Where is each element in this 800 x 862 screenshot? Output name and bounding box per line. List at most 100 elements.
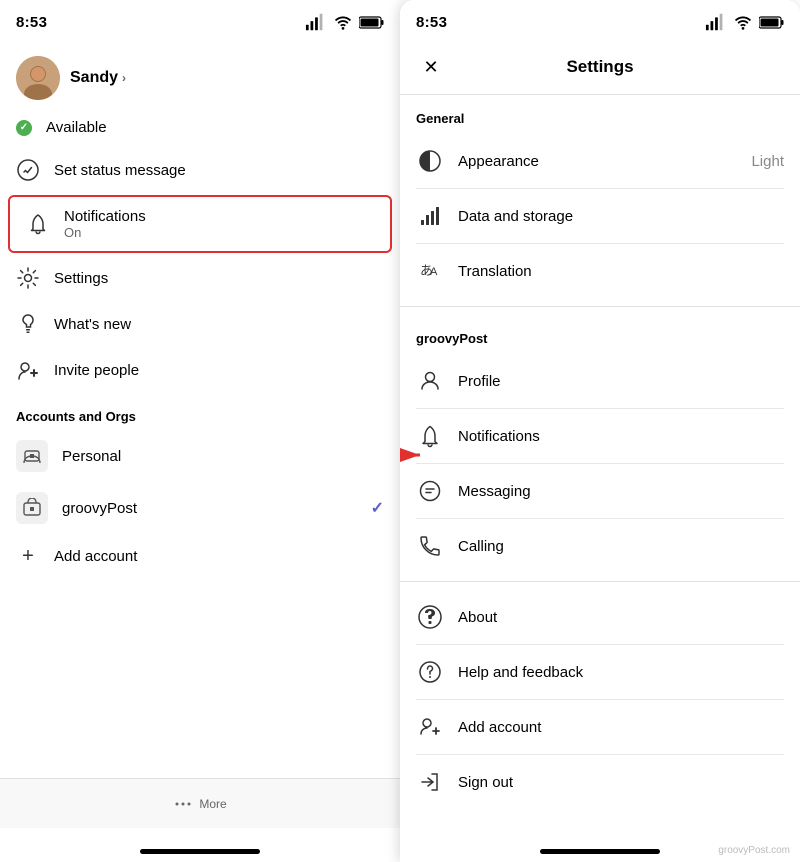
notifications-icon-settings: [416, 422, 444, 450]
wifi-icon-right: [732, 11, 754, 33]
left-panel: 8:53: [0, 0, 400, 862]
available-label: Available: [46, 119, 107, 136]
right-panel: 8:53 ✕ Settings: [400, 0, 800, 862]
time-left: 8:53: [16, 14, 47, 31]
status-icons-right: [705, 11, 784, 33]
personal-label: Personal: [62, 448, 384, 465]
whats-new-item[interactable]: What's new: [0, 301, 400, 347]
notifications-sublabel: On: [64, 225, 146, 240]
help-label: Help and feedback: [458, 664, 784, 681]
battery-icon-right: [759, 16, 784, 29]
settings-header: ✕ Settings: [400, 44, 800, 94]
more-icon: [173, 794, 193, 814]
set-status-label: Set status message: [54, 162, 186, 179]
general-section-divider: [400, 306, 800, 307]
settings-label-left: Settings: [54, 270, 108, 287]
help-item[interactable]: Help and feedback: [400, 645, 800, 699]
settings-content: General Appearance Light: [400, 95, 800, 828]
profile-item[interactable]: Profile: [400, 354, 800, 408]
user-name[interactable]: Sandy ›: [70, 69, 126, 87]
messaging-icon: [416, 477, 444, 505]
help-icon: [416, 658, 444, 686]
set-status-item[interactable]: Set status message: [0, 147, 400, 193]
personal-icon: [16, 440, 48, 472]
add-account-settings-icon: [416, 713, 444, 741]
about-item[interactable]: About: [400, 590, 800, 644]
translation-label: Translation: [458, 263, 784, 280]
whats-new-label: What's new: [54, 316, 131, 333]
personal-account-item[interactable]: Personal: [0, 430, 400, 482]
appearance-value: Light: [751, 153, 784, 170]
notifications-settings-label: Notifications: [458, 428, 784, 445]
groovypost-section-divider: [400, 581, 800, 582]
accounts-section-title: Accounts and Orgs: [0, 393, 400, 430]
groovypost-account-item[interactable]: groovyPost ✓: [0, 482, 400, 534]
general-section-title: General: [400, 95, 800, 134]
data-storage-icon: [416, 202, 444, 230]
groovypost-check: ✓: [371, 498, 384, 518]
appearance-label: Appearance: [458, 153, 737, 170]
sign-out-label: Sign out: [458, 774, 784, 791]
home-bar-right: [540, 849, 660, 854]
more-label: More: [199, 797, 226, 811]
groovypost-icon: [16, 492, 48, 524]
groovypost-label: groovyPost: [62, 500, 357, 517]
calling-icon: [416, 532, 444, 560]
about-icon: [416, 603, 444, 631]
messaging-label: Messaging: [458, 483, 784, 500]
home-bar-left: [140, 849, 260, 854]
notifications-text: Notifications On: [64, 208, 146, 240]
signal-icon: [305, 11, 327, 33]
more-tab[interactable]: More: [173, 794, 226, 814]
watermark: groovyPost.com: [718, 845, 790, 856]
user-chevron: ›: [122, 71, 126, 85]
add-account-item-left[interactable]: + Add account: [0, 534, 400, 578]
about-label: About: [458, 609, 784, 626]
profile-label: Profile: [458, 373, 784, 390]
user-header[interactable]: Sandy ›: [0, 44, 400, 108]
calling-item[interactable]: Calling: [400, 519, 800, 573]
profile-icon: [416, 367, 444, 395]
appearance-icon: [416, 147, 444, 175]
translation-item[interactable]: あ A Translation: [400, 244, 800, 298]
invite-item[interactable]: Invite people: [0, 347, 400, 393]
close-button[interactable]: ✕: [416, 52, 446, 82]
settings-title: Settings: [446, 57, 754, 77]
notifications-item[interactable]: Notifications On: [10, 197, 390, 251]
settings-item[interactable]: Settings: [0, 255, 400, 301]
add-account-settings-item[interactable]: Add account: [400, 700, 800, 754]
data-storage-label: Data and storage: [458, 208, 784, 225]
svg-text:A: A: [430, 266, 438, 278]
home-indicator-left: [0, 828, 400, 862]
add-account-settings-label: Add account: [458, 719, 784, 736]
battery-icon-left: [359, 16, 384, 29]
sign-out-item[interactable]: Sign out: [400, 755, 800, 809]
set-status-icon: [16, 158, 40, 182]
available-icon: [16, 120, 32, 136]
data-storage-item[interactable]: Data and storage: [400, 189, 800, 243]
invite-icon: [16, 358, 40, 382]
notifications-settings-item[interactable]: Notifications: [400, 409, 800, 463]
translation-icon: あ A: [416, 257, 444, 285]
plus-icon: +: [16, 544, 40, 568]
time-right: 8:53: [416, 14, 447, 31]
avatar-image: [16, 56, 60, 100]
notifications-label: Notifications: [64, 208, 146, 225]
left-content: Sandy › Available Set status message: [0, 44, 400, 778]
calling-label: Calling: [458, 538, 784, 555]
whats-new-icon: [16, 312, 40, 336]
wifi-icon-left: [332, 11, 354, 33]
signal-icon-right: [705, 11, 727, 33]
bottom-tab-bar-left: More: [0, 778, 400, 828]
messaging-item[interactable]: Messaging: [400, 464, 800, 518]
avatar: [16, 56, 60, 100]
notifications-icon-left: [26, 212, 50, 236]
groovypost-section-title: groovyPost: [400, 315, 800, 354]
available-item[interactable]: Available: [0, 108, 400, 147]
status-bar-left: 8:53: [0, 0, 400, 44]
sign-out-icon: [416, 768, 444, 796]
invite-label: Invite people: [54, 362, 139, 379]
notifications-box[interactable]: Notifications On: [8, 195, 392, 253]
appearance-item[interactable]: Appearance Light: [400, 134, 800, 188]
settings-icon-left: [16, 266, 40, 290]
